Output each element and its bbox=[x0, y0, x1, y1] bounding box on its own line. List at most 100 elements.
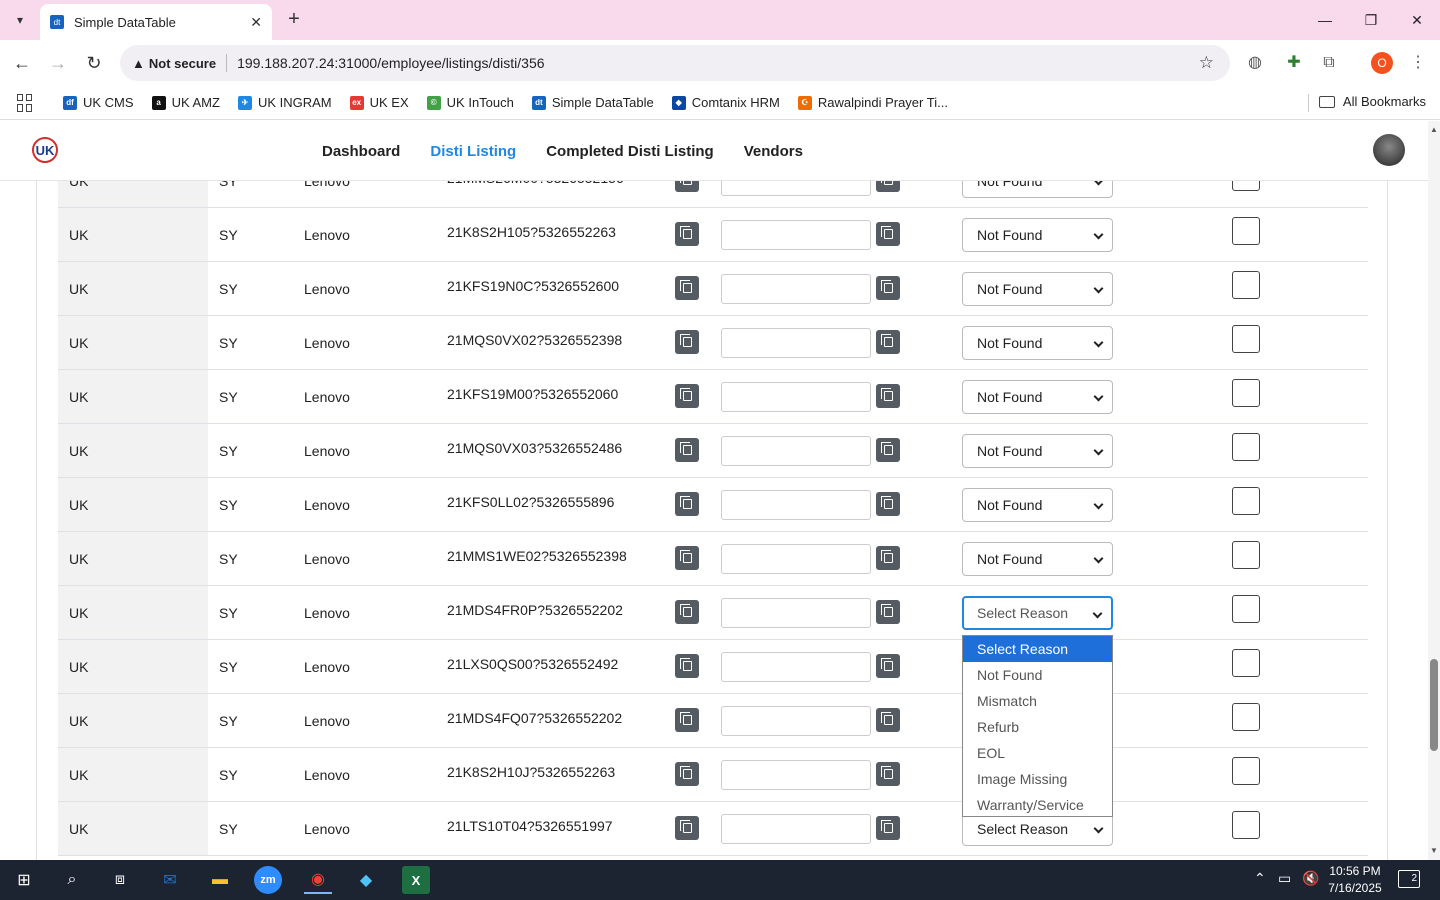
copy-sku-button[interactable] bbox=[675, 438, 699, 462]
system-clock[interactable]: 10:56 PM 7/16/2025 bbox=[1320, 863, 1390, 897]
tab-search-icon[interactable]: ▾ bbox=[8, 8, 32, 32]
copy-sku-button[interactable] bbox=[675, 600, 699, 624]
row-checkbox[interactable] bbox=[1232, 217, 1260, 245]
extension-puzzle-green-icon[interactable]: ✚ bbox=[1282, 51, 1306, 75]
copy-sku-button[interactable] bbox=[675, 546, 699, 570]
reason-select[interactable]: Not Found bbox=[962, 326, 1113, 360]
bookmark-uk-intouch[interactable]: © UK InTouch bbox=[426, 95, 514, 110]
row-checkbox[interactable] bbox=[1232, 541, 1260, 569]
url-input[interactable] bbox=[721, 490, 871, 520]
volume-muted-icon[interactable]: 🔇 bbox=[1302, 870, 1319, 887]
row-checkbox[interactable] bbox=[1232, 487, 1260, 515]
row-checkbox[interactable] bbox=[1232, 811, 1260, 839]
company-logo[interactable]: UK bbox=[32, 137, 58, 163]
row-checkbox[interactable] bbox=[1232, 433, 1260, 461]
address-bar[interactable]: ▲ Not secure 199.188.207.24:31000/employ… bbox=[120, 45, 1230, 81]
row-checkbox[interactable] bbox=[1232, 703, 1260, 731]
windows-start-icon[interactable]: ⊞ bbox=[10, 866, 38, 894]
nav-completed-disti-listing[interactable]: Completed Disti Listing bbox=[546, 143, 714, 160]
paste-button[interactable] bbox=[876, 546, 900, 570]
copy-sku-button[interactable] bbox=[675, 181, 699, 192]
reload-icon[interactable]: ↻ bbox=[82, 51, 106, 75]
url-input[interactable] bbox=[721, 706, 871, 736]
extensions-puzzle-icon[interactable]: ⧉ bbox=[1317, 51, 1341, 75]
scrollbar-thumb[interactable] bbox=[1430, 659, 1438, 751]
all-bookmarks[interactable]: All Bookmarks bbox=[1318, 94, 1426, 109]
zoom-icon[interactable]: zm bbox=[254, 866, 282, 894]
dropdown-option[interactable]: Select Reason bbox=[963, 636, 1112, 662]
dropdown-option[interactable]: Warranty/Service bbox=[963, 792, 1112, 818]
paste-button[interactable] bbox=[876, 600, 900, 624]
copy-sku-button[interactable] bbox=[675, 492, 699, 516]
row-checkbox[interactable] bbox=[1232, 181, 1260, 191]
back-arrow-icon[interactable]: ← bbox=[10, 51, 34, 75]
copy-sku-button[interactable] bbox=[675, 762, 699, 786]
dropdown-option[interactable]: EOL bbox=[963, 740, 1112, 766]
url-input[interactable] bbox=[721, 328, 871, 358]
reason-select[interactable]: Select Reason bbox=[962, 596, 1113, 630]
copy-sku-button[interactable] bbox=[675, 276, 699, 300]
copy-sku-button[interactable] bbox=[675, 816, 699, 840]
bookmark-rawalpindi-prayer[interactable]: ☪ Rawalpindi Prayer Ti... bbox=[797, 95, 948, 110]
url-input[interactable] bbox=[721, 814, 871, 844]
reason-select[interactable]: Not Found bbox=[962, 542, 1113, 576]
network-icon[interactable]: ▭ bbox=[1278, 870, 1291, 887]
task-view-icon[interactable]: ⧈ bbox=[106, 866, 134, 894]
paste-button[interactable] bbox=[876, 438, 900, 462]
bookmark-uk-ex[interactable]: ex UK EX bbox=[349, 95, 409, 110]
url-input[interactable] bbox=[721, 544, 871, 574]
url-input[interactable] bbox=[721, 652, 871, 682]
row-checkbox[interactable] bbox=[1232, 325, 1260, 353]
file-explorer-icon[interactable]: ▬ bbox=[206, 866, 234, 894]
minimize-icon[interactable]: — bbox=[1310, 8, 1340, 32]
bookmark-comtanix-hrm[interactable]: ◆ Comtanix HRM bbox=[671, 95, 780, 110]
dropdown-option[interactable]: Image Missing bbox=[963, 766, 1112, 792]
row-checkbox[interactable] bbox=[1232, 271, 1260, 299]
row-checkbox[interactable] bbox=[1232, 649, 1260, 677]
notifications-icon[interactable]: 2 bbox=[1398, 870, 1420, 888]
row-checkbox[interactable] bbox=[1232, 595, 1260, 623]
translate-globe-icon[interactable]: ◍ bbox=[1243, 51, 1267, 75]
tray-chevron-icon[interactable]: ⌃ bbox=[1254, 870, 1266, 887]
restore-icon[interactable]: ❐ bbox=[1356, 8, 1386, 32]
browser-tab[interactable]: dt Simple DataTable ✕ bbox=[40, 4, 272, 40]
paste-button[interactable] bbox=[876, 762, 900, 786]
url-input[interactable] bbox=[721, 436, 871, 466]
paste-button[interactable] bbox=[876, 384, 900, 408]
url-text[interactable]: 199.188.207.24:31000/employee/listings/d… bbox=[237, 55, 1199, 71]
paste-button[interactable] bbox=[876, 816, 900, 840]
paste-button[interactable] bbox=[876, 276, 900, 300]
bookmark-uk-amz[interactable]: a UK AMZ bbox=[151, 95, 220, 110]
chrome-icon[interactable]: ◉ bbox=[304, 866, 332, 894]
paste-button[interactable] bbox=[876, 330, 900, 354]
nav-disti-listing[interactable]: Disti Listing bbox=[430, 143, 516, 160]
apps-grid-icon[interactable] bbox=[17, 93, 35, 112]
url-input[interactable] bbox=[721, 382, 871, 412]
copy-sku-button[interactable] bbox=[675, 654, 699, 678]
copy-sku-button[interactable] bbox=[675, 708, 699, 732]
outlook-icon[interactable]: ✉ bbox=[156, 866, 184, 894]
bookmark-star-icon[interactable]: ☆ bbox=[1199, 53, 1214, 73]
url-input[interactable] bbox=[721, 760, 871, 790]
reason-select[interactable]: Not Found bbox=[962, 488, 1113, 522]
paste-button[interactable] bbox=[876, 654, 900, 678]
paste-button[interactable] bbox=[876, 181, 900, 192]
reason-select[interactable]: Not Found bbox=[962, 434, 1113, 468]
reason-dropdown-list[interactable]: Select Reason Not Found Mismatch Refurb EOL I… bbox=[962, 635, 1113, 817]
bookmark-simple-datatable[interactable]: dt Simple DataTable bbox=[531, 95, 654, 110]
profile-avatar[interactable]: O bbox=[1371, 52, 1393, 74]
nav-dashboard[interactable]: Dashboard bbox=[322, 143, 400, 160]
nav-vendors[interactable]: Vendors bbox=[744, 143, 803, 160]
excel-icon[interactable]: X bbox=[402, 866, 430, 894]
user-avatar[interactable] bbox=[1373, 134, 1405, 166]
dropdown-option[interactable]: Mismatch bbox=[963, 688, 1112, 714]
url-input[interactable] bbox=[721, 274, 871, 304]
browser-menu-icon[interactable]: ⋮ bbox=[1406, 51, 1430, 75]
bookmark-uk-ingram[interactable]: ✈ UK INGRAM bbox=[237, 95, 332, 110]
scroll-down-arrow-icon[interactable]: ▼ bbox=[1430, 846, 1438, 856]
reason-select[interactable]: Not Found bbox=[962, 218, 1113, 252]
url-input[interactable] bbox=[721, 598, 871, 628]
bookmark-uk-cms[interactable]: df UK CMS bbox=[63, 95, 134, 110]
window-close-icon[interactable]: ✕ bbox=[1402, 8, 1432, 32]
tab-close-icon[interactable]: ✕ bbox=[250, 14, 262, 31]
